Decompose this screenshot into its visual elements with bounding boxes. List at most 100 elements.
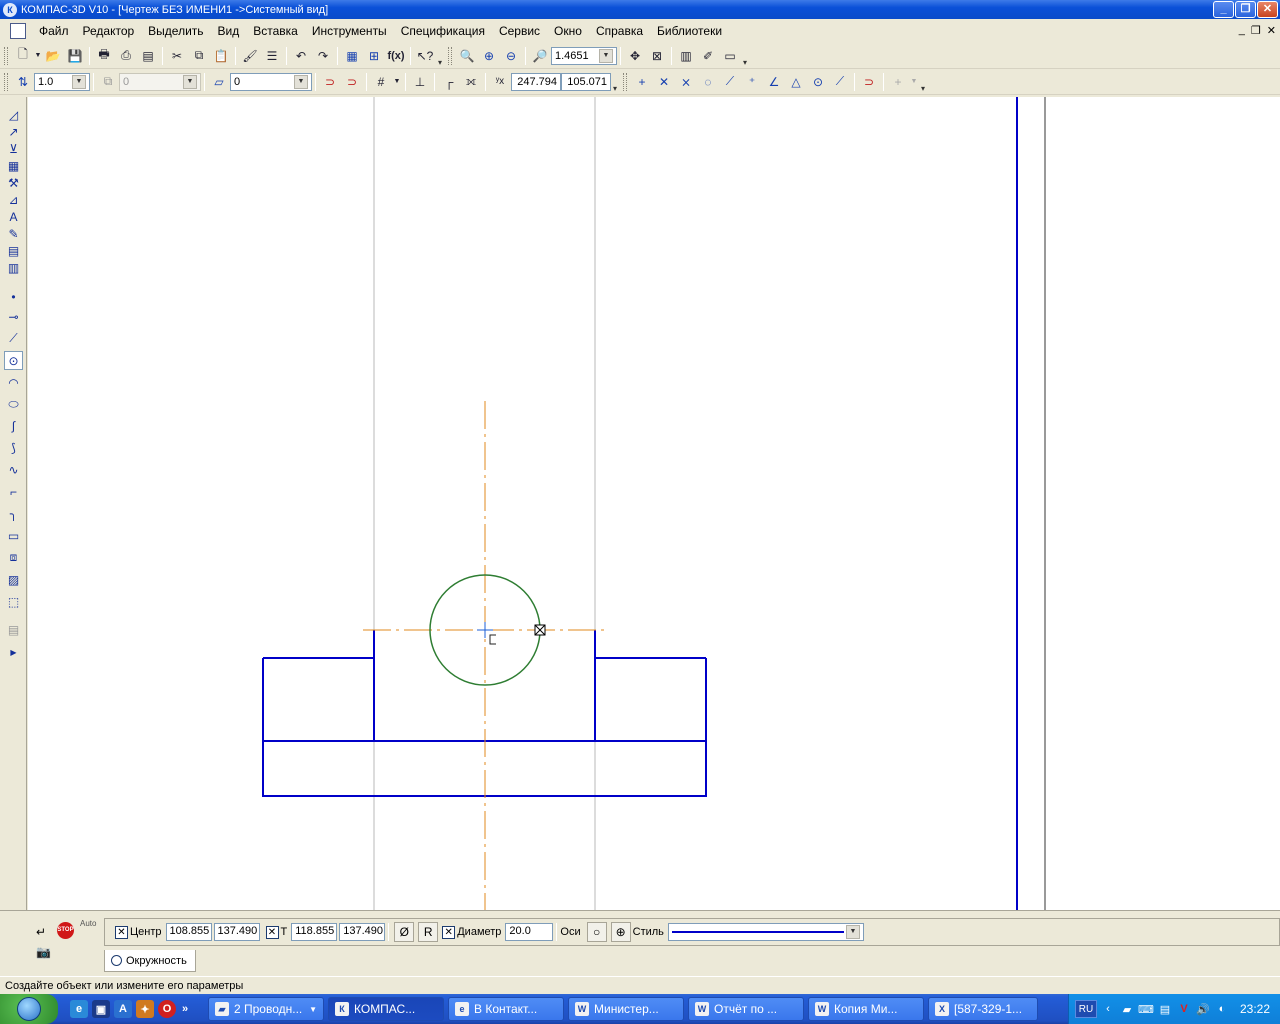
desktop-icon[interactable]: ▣ xyxy=(92,1000,110,1018)
snap-middle-icon[interactable]: ⨯ xyxy=(675,71,697,93)
quick-launch-more-icon[interactable]: » xyxy=(180,1000,190,1018)
cut-icon[interactable]: ✂ xyxy=(166,45,188,67)
point-tool-icon[interactable]: • xyxy=(4,287,23,306)
menu-editor[interactable]: Редактор xyxy=(76,20,142,42)
format-painter-icon[interactable]: 🖌 xyxy=(239,45,261,67)
chevron-down-icon[interactable]: ▼ xyxy=(72,74,86,89)
paste-icon[interactable]: 📋 xyxy=(210,45,232,67)
task-kompas[interactable]: К КОМПАС... xyxy=(328,997,444,1021)
drawing-canvas[interactable] xyxy=(28,97,1280,910)
menu-select[interactable]: Выделить xyxy=(141,20,210,42)
zoom-scale-combobox[interactable]: 1.4651 ▼ xyxy=(551,46,617,65)
diameter-input[interactable]: 20.0 xyxy=(505,923,554,941)
chevron-down-icon[interactable]: ▼ xyxy=(183,74,197,89)
diameter-mode-button[interactable]: Ø xyxy=(394,922,415,942)
print-preview-icon[interactable]: ⎙ xyxy=(115,45,137,67)
local-snap-icon[interactable]: ⊃ xyxy=(341,71,363,93)
menu-view[interactable]: Вид xyxy=(211,20,247,42)
snap-nearest-point-icon[interactable]: + xyxy=(631,71,653,93)
ie-icon[interactable]: e xyxy=(70,1000,88,1018)
autocad-icon[interactable]: A xyxy=(114,1000,132,1018)
menu-specification[interactable]: Спецификация xyxy=(394,20,492,42)
equidistant-tool-icon[interactable]: ⧈ xyxy=(4,548,23,567)
chevron-down-icon[interactable]: ▼ xyxy=(845,925,860,939)
diameter-checkbox[interactable]: ✕ xyxy=(442,925,456,939)
point-y-input[interactable]: 137.490 xyxy=(339,923,386,941)
dropdown-arrow-icon[interactable]: ▼ xyxy=(34,45,42,67)
kompas-app-icon[interactable]: К xyxy=(3,2,17,17)
menu-tools[interactable]: Инструменты xyxy=(305,20,394,42)
toolbar-grip[interactable] xyxy=(448,46,452,65)
doc-restore-button[interactable]: ❐ xyxy=(1251,24,1261,37)
layer-state-icon[interactable]: ▱ xyxy=(208,71,230,93)
task-copy-doc[interactable]: W Копия Ми... xyxy=(808,997,924,1021)
properties-icon[interactable]: ☰ xyxy=(261,45,283,67)
display-icon[interactable]: ▭ xyxy=(719,45,741,67)
save-icon[interactable]: 💾 xyxy=(64,45,86,67)
zoom-in-icon[interactable]: ⊕ xyxy=(478,45,500,67)
undo-icon[interactable]: ↶ xyxy=(290,45,312,67)
toolbar-overflow-icon[interactable]: ▾ xyxy=(436,45,444,67)
segment-tool-icon[interactable]: ⟋ xyxy=(4,329,23,348)
view-combobox[interactable]: 0 ▼ xyxy=(119,72,201,91)
auxiliary-line-tool-icon[interactable]: ⊸ xyxy=(4,307,23,326)
task-report-doc[interactable]: W Отчёт по ... xyxy=(688,997,804,1021)
view-state-icon[interactable]: ⧉ xyxy=(97,71,119,93)
start-button[interactable] xyxy=(0,994,58,1024)
ortho-mode-icon[interactable]: ┌ xyxy=(438,71,460,93)
snap-point-on-curve-icon[interactable]: ⟋ xyxy=(829,71,851,93)
tray-network2-icon[interactable]: ▤ xyxy=(1157,1001,1173,1017)
redo-icon[interactable]: ↷ xyxy=(312,45,334,67)
tray-expand-icon[interactable]: ‹ xyxy=(1100,1001,1116,1017)
cursor-step-icon[interactable]: ⇅ xyxy=(12,71,34,93)
task-explorer[interactable]: ▰ 2 Проводн... ▼ xyxy=(208,997,324,1021)
library-manager-icon[interactable]: ⊞ xyxy=(363,45,385,67)
with-axes-icon[interactable]: ⊕ xyxy=(610,922,631,942)
reports-panel-icon[interactable]: ▥ xyxy=(4,258,23,277)
toolbar-overflow-icon[interactable]: ▾ xyxy=(611,71,619,93)
help-cursor-icon[interactable]: ↖? xyxy=(414,45,436,67)
snap-normal-icon[interactable]: ⟋ xyxy=(719,71,741,93)
refresh-icon[interactable]: ▥ xyxy=(675,45,697,67)
snap-disabled-icon[interactable]: + xyxy=(887,71,909,93)
center-x-input[interactable]: 108.855 xyxy=(165,923,212,941)
snap-off-icon[interactable]: ⊃ xyxy=(858,71,880,93)
zoom-scale-icon[interactable]: 🔎 xyxy=(529,45,551,67)
maximize-button[interactable]: ❐ xyxy=(1235,1,1256,18)
toolbar-grip[interactable] xyxy=(4,46,8,65)
snap-alignment-icon[interactable]: ⁺ xyxy=(741,71,763,93)
menu-libraries[interactable]: Библиотеки xyxy=(650,20,729,42)
menu-insert[interactable]: Вставка xyxy=(246,20,305,42)
snap-tangent-icon[interactable]: ◌ xyxy=(697,71,719,93)
arc-tool-icon[interactable]: ◠ xyxy=(4,373,23,392)
point-checkbox[interactable]: ✕ xyxy=(265,925,279,939)
language-indicator[interactable]: RU xyxy=(1075,1000,1097,1018)
document-icon[interactable] xyxy=(10,23,26,39)
hatch-tool-icon[interactable]: ▨ xyxy=(4,570,23,589)
opera-icon[interactable]: O xyxy=(158,1000,176,1018)
menu-service[interactable]: Сервис xyxy=(492,20,547,42)
auto-create-toggle[interactable]: Auto xyxy=(80,919,96,928)
create-object-icon[interactable]: ↵ xyxy=(36,925,46,939)
tray-update-icon[interactable]: ◐ xyxy=(1214,1001,1230,1017)
bezier-tool-icon[interactable]: ∿ xyxy=(4,460,23,479)
collect-contour-icon[interactable]: ▤ xyxy=(4,620,23,639)
zoom-window-icon[interactable]: 🔍 xyxy=(456,45,478,67)
polyline-tool-icon[interactable]: ⟆ xyxy=(4,438,23,457)
chevron-down-icon[interactable]: ▼ xyxy=(599,48,613,63)
toolbar-overflow-icon[interactable]: ▾ xyxy=(741,45,749,67)
tray-network-icon[interactable]: ⌨ xyxy=(1138,1001,1154,1017)
doc-close-button[interactable]: ✕ xyxy=(1267,24,1276,37)
print-icon[interactable]: 🖶 xyxy=(93,45,115,67)
parametric-mode-icon[interactable]: ⟗ xyxy=(460,71,482,93)
chevron-down-icon[interactable]: ▼ xyxy=(294,74,308,89)
toolbar-overflow-icon[interactable]: ▾ xyxy=(919,71,927,93)
preview-icon[interactable]: ▤ xyxy=(137,45,159,67)
stop-command-icon[interactable]: STOP xyxy=(57,922,74,939)
zoom-out-icon[interactable]: ⊖ xyxy=(500,45,522,67)
snap-angle-icon[interactable]: ∠ xyxy=(763,71,785,93)
variables-icon[interactable]: f(x) xyxy=(385,45,407,67)
task-vkontakte[interactable]: e В Контакт... xyxy=(448,997,564,1021)
spline-tool-icon[interactable]: ∫ xyxy=(4,416,23,435)
outline-tool-icon[interactable]: ⬚ xyxy=(4,592,23,611)
